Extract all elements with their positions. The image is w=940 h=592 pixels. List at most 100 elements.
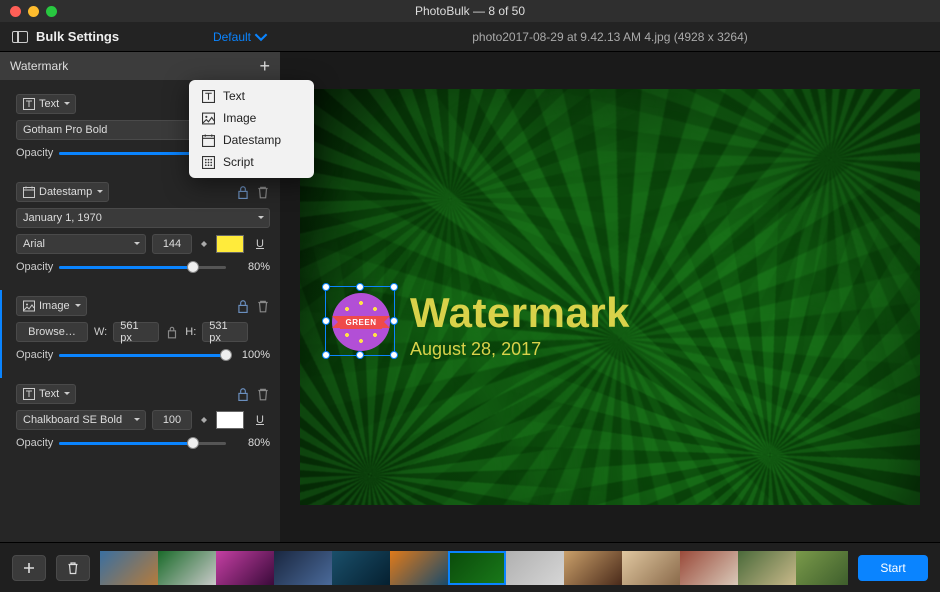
menu-item-datestamp[interactable]: Datestamp — [189, 129, 314, 151]
watermark-block-text-2: Text Chalkboard SE Bold 100 U Opacity — [0, 378, 280, 466]
watermark-type-selector[interactable]: Datestamp — [16, 182, 109, 202]
trash-icon[interactable] — [256, 387, 270, 401]
bulk-settings-title: Bulk Settings — [36, 29, 119, 44]
opacity-label: Opacity — [16, 147, 53, 159]
thumbnail[interactable] — [564, 551, 622, 585]
add-watermark-menu: Text Image Datestamp Script — [189, 80, 314, 178]
underline-toggle[interactable]: U — [250, 411, 270, 429]
preset-selector[interactable]: Default — [213, 30, 268, 44]
color-swatch[interactable] — [216, 411, 244, 429]
font-selector[interactable]: Arial — [16, 234, 146, 254]
lock-icon[interactable] — [236, 299, 250, 313]
height-field[interactable]: 531 px — [202, 322, 248, 342]
font-size-field[interactable]: 144 — [152, 234, 192, 254]
thumbnail[interactable] — [390, 551, 448, 585]
size-stepper[interactable] — [198, 411, 210, 429]
resize-handle[interactable] — [322, 351, 330, 359]
watermark-type-selector[interactable]: Text — [16, 94, 76, 114]
watermark-block-datestamp: Datestamp January 1, 1970 Arial 144 U — [0, 176, 280, 290]
text-icon — [23, 388, 35, 400]
lock-icon[interactable] — [236, 185, 250, 199]
opacity-value: 80% — [232, 261, 270, 273]
size-stepper[interactable] — [198, 235, 210, 253]
lock-aspect-icon[interactable] — [165, 325, 179, 339]
current-file-label: photo2017-08-29 at 9.42.13 AM 4.jpg (492… — [280, 30, 940, 44]
thumbnail[interactable] — [274, 551, 332, 585]
add-files-button[interactable] — [12, 555, 46, 581]
menu-item-text[interactable]: Text — [189, 85, 314, 107]
thumbnail[interactable] — [158, 551, 216, 585]
add-watermark-button[interactable]: + — [259, 57, 270, 75]
watermark-type-selector[interactable]: Image — [16, 296, 87, 316]
trash-icon — [66, 561, 80, 575]
datestamp-icon — [201, 133, 215, 147]
bottom-toolbar: Start — [0, 542, 940, 592]
color-swatch[interactable] — [216, 235, 244, 253]
watermark-text-value: Watermark — [410, 289, 630, 337]
opacity-label: Opacity — [16, 261, 53, 273]
preset-label: Default — [213, 30, 251, 44]
thumbnail[interactable] — [332, 551, 390, 585]
width-field[interactable]: 561 px — [113, 322, 159, 342]
lock-icon[interactable] — [236, 387, 250, 401]
thumbnail[interactable] — [448, 551, 506, 585]
thumbnail-strip[interactable] — [100, 551, 848, 585]
image-icon — [201, 111, 215, 125]
opacity-slider[interactable] — [59, 260, 226, 274]
thumbnail[interactable] — [506, 551, 564, 585]
thumbnail[interactable] — [622, 551, 680, 585]
window-title: PhotoBulk — 8 of 50 — [0, 4, 940, 18]
underline-toggle[interactable]: U — [250, 235, 270, 253]
menu-item-script[interactable]: Script — [189, 151, 314, 173]
trash-icon[interactable] — [256, 299, 270, 313]
watermark-section-title: Watermark — [10, 59, 68, 73]
watermark-block-image: Image Browse… W: 561 px H: 531 px Opacit… — [0, 290, 280, 378]
start-button[interactable]: Start — [858, 555, 928, 581]
thumbnail[interactable] — [680, 551, 738, 585]
image-icon — [23, 300, 35, 312]
trash-icon[interactable] — [256, 185, 270, 199]
datestamp-icon — [23, 186, 35, 198]
chevron-down-icon — [254, 30, 268, 44]
watermark-type-selector[interactable]: Text — [16, 384, 76, 404]
opacity-slider[interactable] — [59, 348, 226, 362]
resize-handle[interactable] — [356, 351, 364, 359]
font-size-field[interactable]: 100 — [152, 410, 192, 430]
plus-icon — [22, 561, 36, 575]
remove-files-button[interactable] — [56, 555, 90, 581]
thumbnail[interactable] — [738, 551, 796, 585]
date-format-selector[interactable]: January 1, 1970 — [16, 208, 270, 228]
badge-text: GREEN — [340, 316, 383, 329]
height-label: H: — [185, 326, 196, 338]
window-titlebar: PhotoBulk — 8 of 50 — [0, 0, 940, 22]
watermark-section-header: Watermark + — [0, 52, 280, 80]
resize-handle[interactable] — [322, 317, 330, 325]
resize-handle[interactable] — [356, 283, 364, 291]
watermark-text-overlay[interactable]: Watermark August 28, 2017 — [410, 289, 630, 360]
thumbnail[interactable] — [216, 551, 274, 585]
width-label: W: — [94, 326, 107, 338]
font-selector[interactable]: Gotham Pro Bold — [16, 120, 206, 140]
text-icon — [201, 89, 215, 103]
thumbnail[interactable] — [796, 551, 848, 585]
watermark-date-value: August 28, 2017 — [410, 339, 630, 360]
browse-button[interactable]: Browse… — [16, 322, 88, 342]
menu-item-image[interactable]: Image — [189, 107, 314, 129]
font-selector[interactable]: Chalkboard SE Bold — [16, 410, 146, 430]
text-icon — [23, 98, 35, 110]
resize-handle[interactable] — [390, 351, 398, 359]
sidebar-toggle-icon[interactable] — [12, 31, 28, 43]
preview-image[interactable]: Watermark August 28, 2017 GREEN — [300, 89, 920, 505]
opacity-value: 80% — [232, 437, 270, 449]
resize-handle[interactable] — [390, 283, 398, 291]
resize-handle[interactable] — [322, 283, 330, 291]
thumbnail[interactable] — [100, 551, 158, 585]
opacity-label: Opacity — [16, 437, 53, 449]
watermark-image-selection[interactable]: GREEN — [325, 286, 395, 356]
preview-pane: Watermark August 28, 2017 GREEN — [280, 52, 940, 542]
opacity-value: 100% — [232, 349, 270, 361]
opacity-slider[interactable] — [59, 436, 226, 450]
opacity-label: Opacity — [16, 349, 53, 361]
toolbar: Bulk Settings Default photo2017-08-29 at… — [0, 22, 940, 52]
resize-handle[interactable] — [390, 317, 398, 325]
